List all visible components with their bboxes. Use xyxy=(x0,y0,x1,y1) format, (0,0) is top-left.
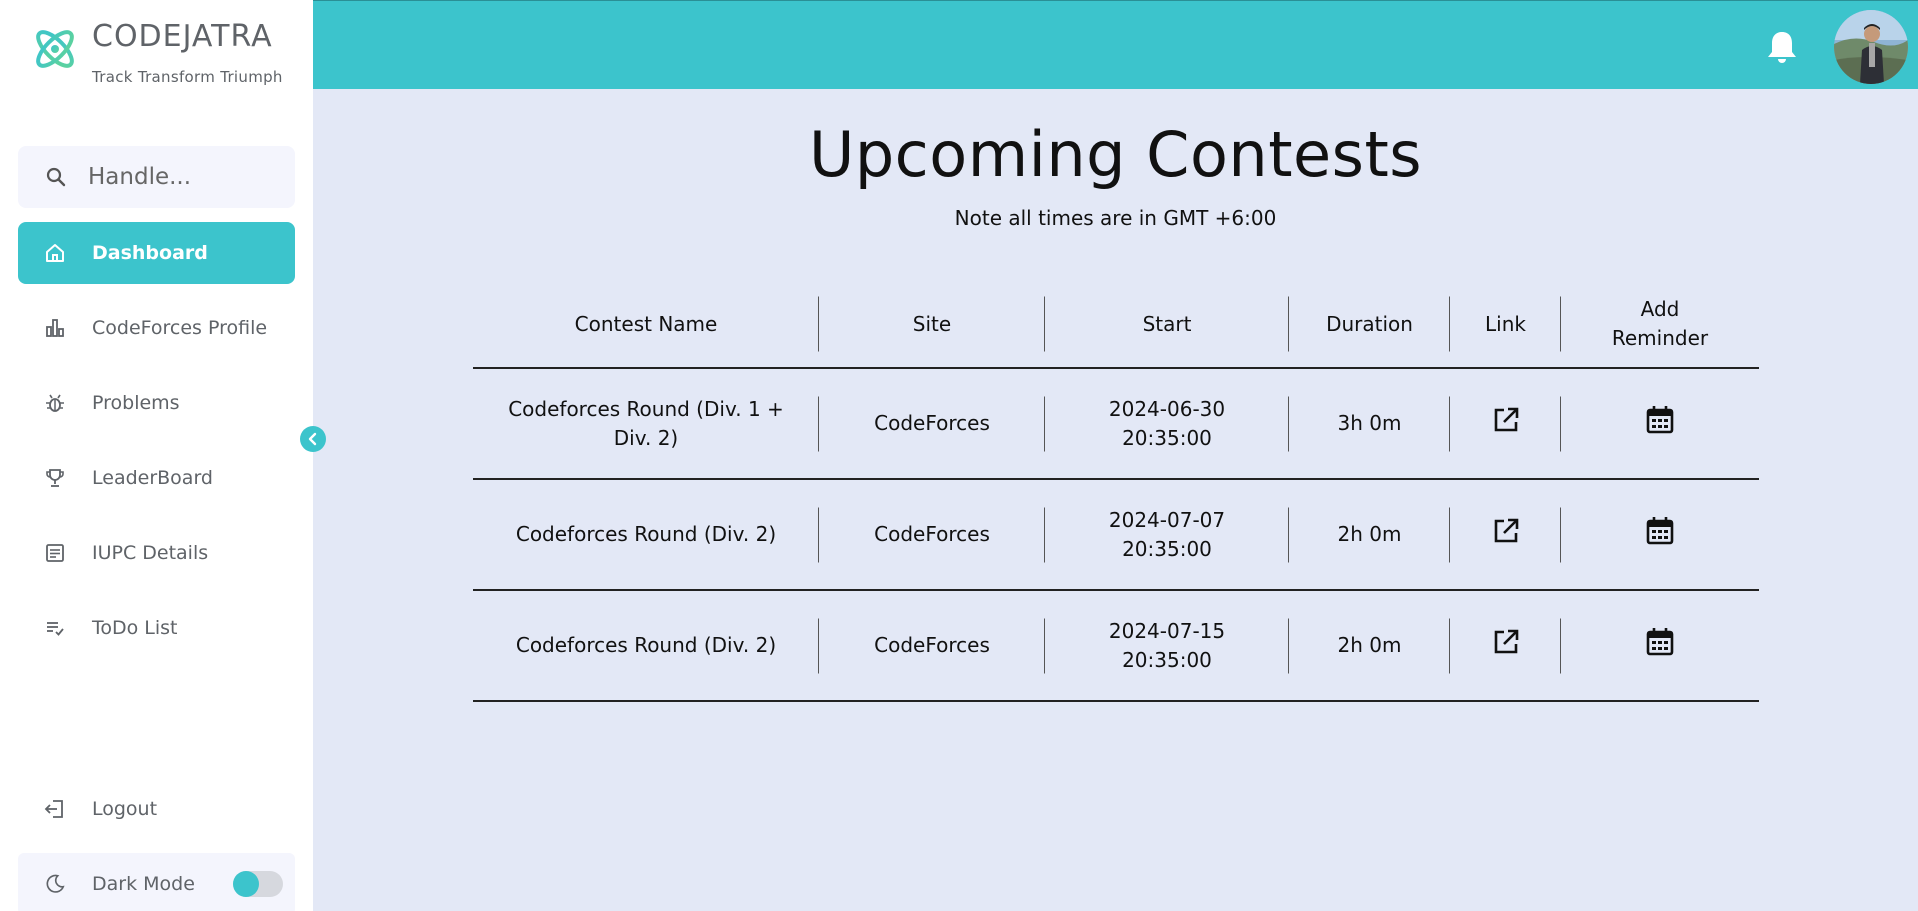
calendar-icon[interactable] xyxy=(1644,404,1676,436)
sidebar-item-dashboard[interactable]: Dashboard xyxy=(18,222,295,284)
atom-logo-icon xyxy=(36,30,74,68)
contest-link-cell xyxy=(1450,368,1561,480)
sidebar-item-todo-list[interactable]: ToDo List xyxy=(18,597,295,659)
start-time: 20:35:00 xyxy=(1122,647,1212,672)
sidebar: CODEJATRA Track Transform Triumph Dashbo… xyxy=(0,0,313,911)
timezone-note: Note all times are in GMT +6:00 xyxy=(954,206,1277,230)
toggle-knob xyxy=(233,871,259,897)
dark-mode-label: Dark Mode xyxy=(92,873,195,895)
bar-chart-icon xyxy=(42,315,68,341)
contest-name: Codeforces Round (Div. 1 + Div. 2) xyxy=(473,368,819,480)
sidebar-item-leaderboard[interactable]: LeaderBoard xyxy=(18,447,295,509)
sidebar-item-label: IUPC Details xyxy=(92,542,209,564)
table-header-row: Contest Name Site Start Duration Link Ad… xyxy=(473,280,1759,369)
contest-start: 2024-06-30 20:35:00 xyxy=(1045,368,1289,480)
contest-link-cell xyxy=(1450,590,1561,702)
handle-search-input[interactable] xyxy=(88,164,288,190)
trophy-icon xyxy=(42,465,68,491)
contest-duration: 3h 0m xyxy=(1289,368,1450,480)
open-in-new-icon[interactable] xyxy=(1490,404,1522,436)
sidebar-item-label: LeaderBoard xyxy=(92,467,213,489)
logout-button[interactable]: Logout xyxy=(18,778,295,840)
header-site: Site xyxy=(819,280,1045,369)
start-date: 2024-06-30 xyxy=(1108,396,1226,421)
moon-icon xyxy=(42,871,68,897)
home-icon xyxy=(42,240,68,266)
header-start: Start xyxy=(1045,280,1289,369)
table-row: Codeforces Round (Div. 1 + Div. 2) CodeF… xyxy=(473,368,1759,480)
header-add-reminder: Add Reminder xyxy=(1561,280,1759,369)
start-date: 2024-07-15 xyxy=(1108,618,1226,643)
sidebar-item-label: CodeForces Profile xyxy=(92,317,268,339)
contests-table: Contest Name Site Start Duration Link Ad… xyxy=(473,280,1759,702)
brand-tagline: Track Transform Triumph xyxy=(92,68,283,86)
header-contest-name: Contest Name xyxy=(473,280,819,369)
contest-reminder-cell xyxy=(1561,479,1759,591)
collapse-sidebar-button[interactable] xyxy=(300,426,326,452)
sidebar-item-label: Problems xyxy=(92,392,180,414)
sidebar-item-iupc-details[interactable]: IUPC Details xyxy=(18,522,295,584)
avatar[interactable] xyxy=(1834,10,1908,84)
sidebar-item-codeforces-profile[interactable]: CodeForces Profile xyxy=(18,297,295,359)
brand[interactable]: CODEJATRA Track Transform Triumph xyxy=(30,18,283,86)
page-title: Upcoming Contests xyxy=(808,118,1423,191)
search-box[interactable] xyxy=(18,146,295,208)
sidebar-item-label: Dashboard xyxy=(92,242,208,264)
contest-site: CodeForces xyxy=(819,479,1045,591)
calendar-icon[interactable] xyxy=(1644,626,1676,658)
sidebar-item-problems[interactable]: Problems xyxy=(18,372,295,434)
open-in-new-icon[interactable] xyxy=(1490,515,1522,547)
start-time: 20:35:00 xyxy=(1122,425,1212,450)
sidebar-item-label: ToDo List xyxy=(92,617,178,639)
open-in-new-icon[interactable] xyxy=(1490,626,1522,658)
contest-link-cell xyxy=(1450,479,1561,591)
contest-name: Codeforces Round (Div. 2) xyxy=(473,590,819,702)
table-row: Codeforces Round (Div. 2) CodeForces 202… xyxy=(473,590,1759,702)
start-time: 20:35:00 xyxy=(1122,536,1212,561)
logout-label: Logout xyxy=(92,798,158,820)
contest-site: CodeForces xyxy=(819,590,1045,702)
contest-start: 2024-07-07 20:35:00 xyxy=(1045,479,1289,591)
contest-reminder-cell xyxy=(1561,368,1759,480)
dark-mode-toggle[interactable] xyxy=(233,871,283,897)
header-add-reminder-label: Add Reminder xyxy=(1611,296,1709,350)
bug-icon xyxy=(42,390,68,416)
search-icon xyxy=(46,167,66,187)
contest-start: 2024-07-15 20:35:00 xyxy=(1045,590,1289,702)
calendar-icon[interactable] xyxy=(1644,515,1676,547)
contest-name: Codeforces Round (Div. 2) xyxy=(473,479,819,591)
document-icon xyxy=(42,540,68,566)
top-bar xyxy=(313,0,1918,89)
start-date: 2024-07-07 xyxy=(1108,507,1226,532)
contest-site: CodeForces xyxy=(819,368,1045,480)
contest-reminder-cell xyxy=(1561,590,1759,702)
bell-icon[interactable] xyxy=(1762,27,1802,67)
table-row: Codeforces Round (Div. 2) CodeForces 202… xyxy=(473,479,1759,591)
chevron-left-icon xyxy=(308,432,317,446)
header-duration: Duration xyxy=(1289,280,1450,369)
dark-mode-row: Dark Mode xyxy=(18,853,295,911)
brand-name: CODEJATRA xyxy=(92,19,273,54)
contest-duration: 2h 0m xyxy=(1289,479,1450,591)
header-link: Link xyxy=(1450,280,1561,369)
contest-duration: 2h 0m xyxy=(1289,590,1450,702)
logout-icon xyxy=(42,796,68,822)
checklist-icon xyxy=(42,615,68,641)
